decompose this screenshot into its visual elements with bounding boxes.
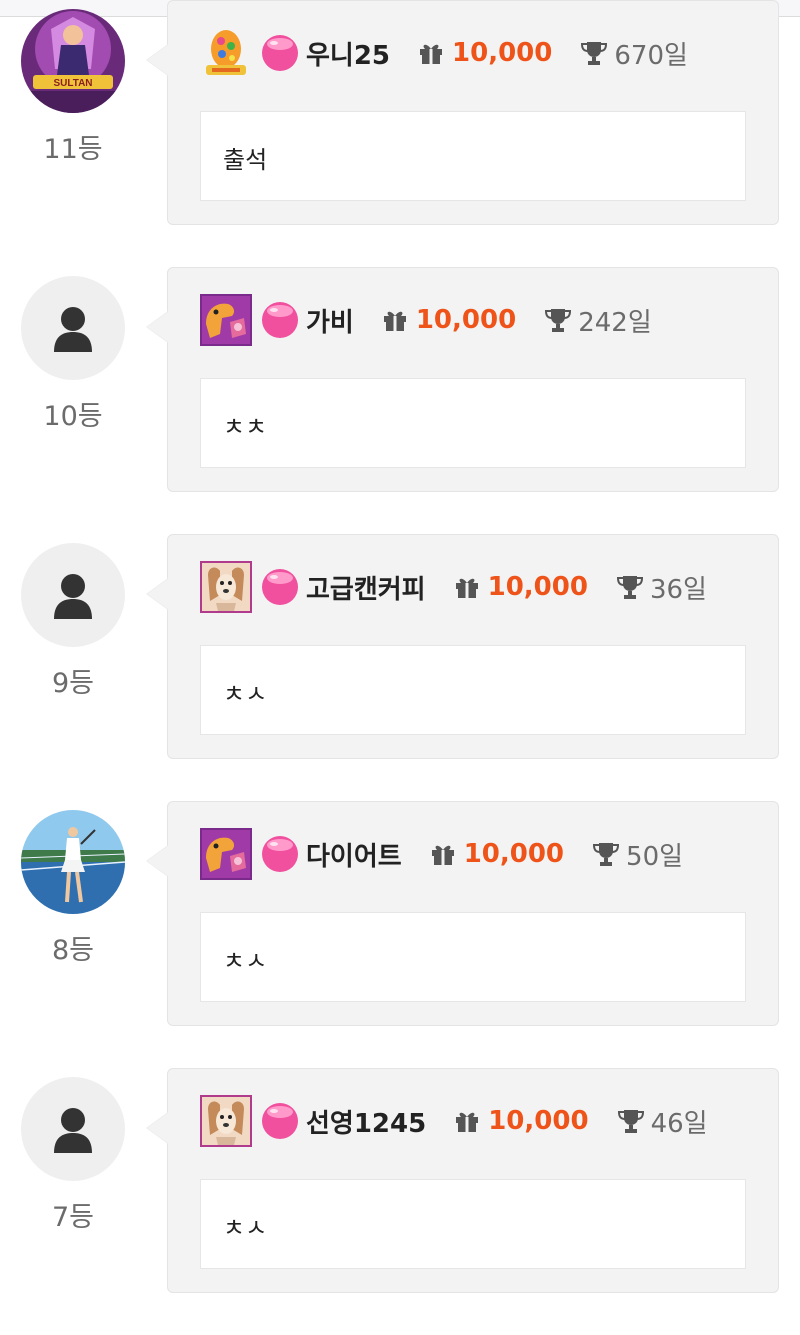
gift-amount: 10,000 [488, 1106, 589, 1136]
gift-amount: 10,000 [463, 839, 565, 869]
gift-amount: 10,000 [487, 572, 588, 602]
easter-egg-badge-icon [206, 30, 246, 75]
avatar[interactable] [21, 1077, 125, 1181]
rank-label: 7등 [51, 1202, 95, 1233]
trophy-icon [616, 576, 643, 599]
trophy-icon [581, 42, 608, 65]
comment-header: 선영1245 10,000 46일 [200, 1095, 708, 1147]
attendance-streak: 242일 [544, 302, 652, 339]
attendance-streak: 36일 [616, 569, 707, 606]
streak-days: 36일 [649, 574, 707, 605]
gift-amount: 10,000 [415, 305, 517, 335]
nickname[interactable]: 선영1245 [306, 1103, 426, 1140]
comment-card: 선영1245 10,000 46일 ㅊㅅ [146, 1068, 779, 1293]
attendance-entry: 8등 다이어트 10,000 50일 ㅊㅅ [0, 801, 800, 1068]
gift-points: 10,000 [430, 839, 564, 869]
comment-body: 출석 [200, 111, 746, 201]
comment-text: ㅊㅊ [223, 413, 268, 441]
gift-amount: 10,000 [452, 38, 553, 68]
nickname[interactable]: 고급캔커피 [306, 569, 426, 606]
gift-points: 10,000 [454, 1106, 589, 1136]
streak-days: 670일 [614, 40, 688, 71]
comment-card: 고급캔커피 10,000 36일 ㅊㅅ [146, 534, 779, 759]
comment-card: 우니25 10,000 670일 출석 [146, 0, 779, 225]
gift-icon [420, 44, 443, 64]
avatar[interactable] [21, 810, 125, 914]
default-user-icon [54, 1108, 92, 1153]
comment-header: 고급캔커피 10,000 36일 [200, 561, 707, 613]
avatar[interactable]: SULTAN [21, 9, 125, 113]
dinosaur-badge-icon [200, 828, 252, 880]
attendance-streak: 670일 [580, 35, 688, 72]
comment-body: ㅊㅊ [200, 378, 746, 468]
attendance-streak: 46일 [617, 1103, 708, 1140]
gift-icon [456, 1112, 479, 1132]
attendance-entry: 9등 고급캔커피 10,000 36일 ㅊㅅ [0, 534, 800, 801]
comment-text: ㅊㅅ [223, 947, 268, 975]
trophy-icon [593, 843, 620, 866]
nickname[interactable]: 다이어트 [306, 836, 402, 873]
gift-icon [431, 845, 454, 865]
gift-points: 10,000 [418, 38, 552, 68]
comment-text: ㅊㅅ [223, 1214, 268, 1242]
gem-icon [262, 1103, 298, 1139]
gem-icon [262, 569, 298, 605]
streak-days: 46일 [650, 1108, 708, 1139]
default-user-icon [54, 574, 92, 619]
comment-header: 가비 10,000 242일 [200, 294, 652, 346]
dinosaur-badge-icon [200, 294, 252, 346]
trophy-icon [617, 1110, 644, 1133]
rank-label: 9등 [51, 668, 95, 699]
avatar[interactable] [21, 276, 125, 380]
streak-days: 242일 [578, 307, 652, 338]
comment-card: 다이어트 10,000 50일 ㅊㅅ [146, 801, 779, 1026]
gem-icon [262, 836, 298, 872]
comment-card: 가비 10,000 242일 ㅊㅊ [146, 267, 779, 492]
gem-icon [262, 35, 298, 71]
gift-icon [383, 311, 406, 331]
comment-text: 출석 [223, 146, 268, 174]
rank-label: 10등 [43, 401, 103, 432]
attendance-entry: 7등 선영1245 10,000 46일 ㅊㅅ [0, 1068, 800, 1335]
dog-badge-icon [200, 1095, 252, 1147]
gift-icon [455, 578, 478, 598]
gift-points: 10,000 [382, 305, 516, 335]
nickname[interactable]: 우니25 [306, 35, 390, 72]
comment-body: ㅊㅅ [200, 1179, 746, 1269]
svg-text:SULTAN: SULTAN [53, 78, 92, 89]
comment-header: 다이어트 10,000 50일 [200, 828, 683, 880]
attendance-entry: SULTAN 11등 우니25 10,000 670일 출석 [0, 0, 800, 267]
gem-icon [262, 302, 298, 338]
nickname[interactable]: 가비 [306, 302, 354, 339]
streak-days: 50일 [626, 841, 684, 872]
gift-points: 10,000 [454, 572, 588, 602]
comment-header: 우니25 10,000 670일 [200, 27, 688, 79]
attendance-entry: 10등 가비 10,000 242일 ㅊㅊ [0, 267, 800, 534]
attendance-streak: 50일 [592, 836, 683, 873]
dog-badge-icon [200, 561, 252, 613]
trophy-icon [545, 309, 572, 332]
comment-text: ㅊㅅ [223, 680, 268, 708]
avatar[interactable] [21, 543, 125, 647]
tennis-photo-avatar-image [21, 810, 125, 914]
comment-body: ㅊㅅ [200, 912, 746, 1002]
rank-label: 8등 [51, 935, 95, 966]
default-user-icon [54, 307, 92, 352]
rank-label: 11등 [43, 134, 103, 165]
game-art-avatar-image: SULTAN [21, 9, 125, 113]
comment-body: ㅊㅅ [200, 645, 746, 735]
